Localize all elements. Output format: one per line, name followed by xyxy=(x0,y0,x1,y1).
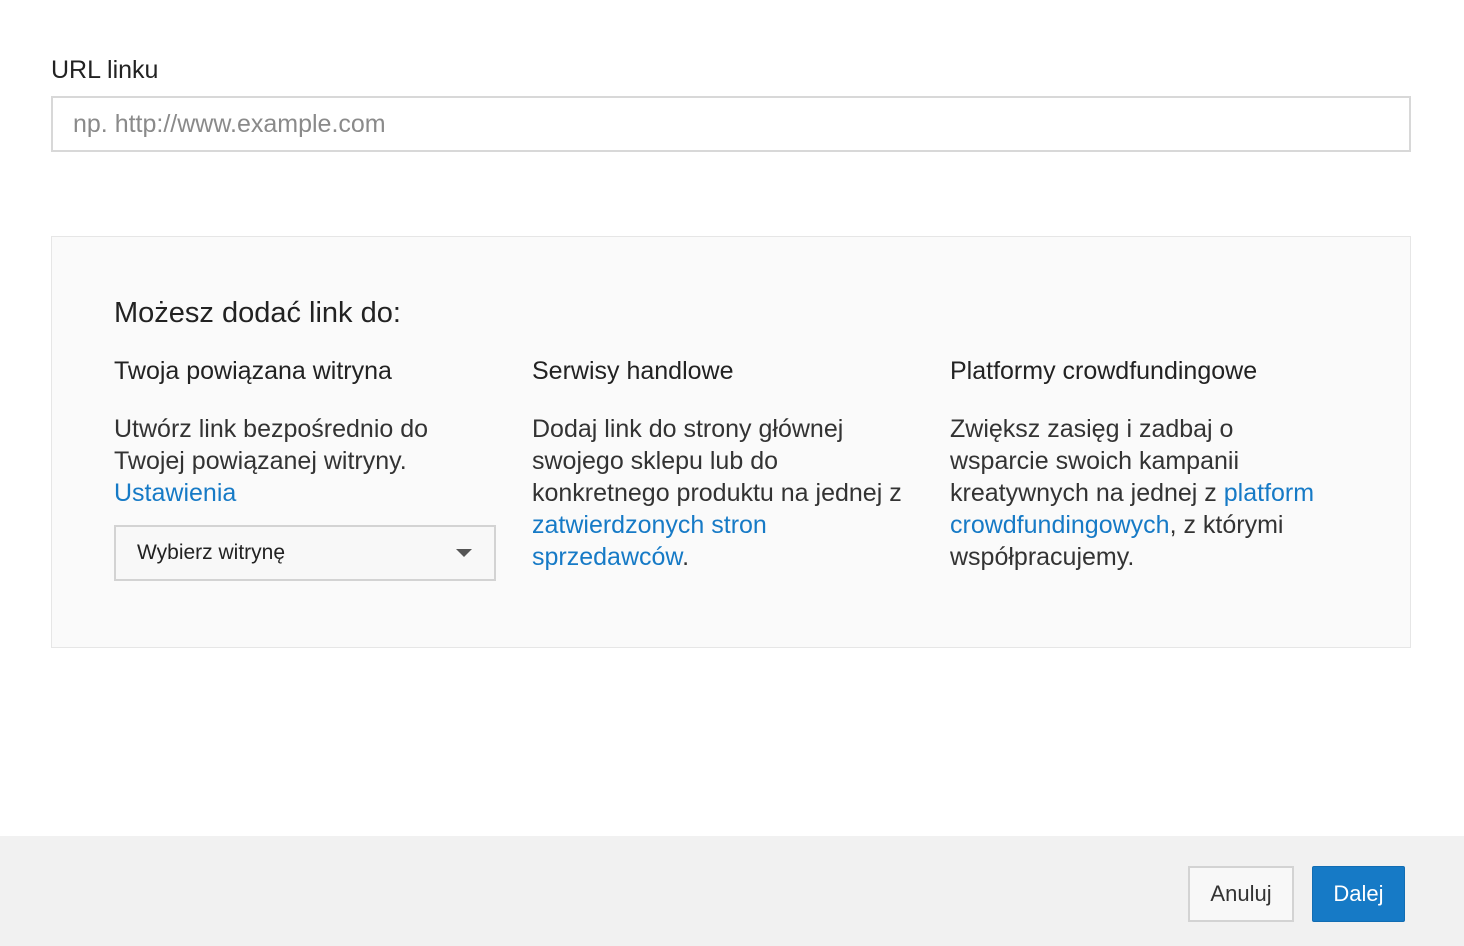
merchant-text: Dodaj link do strony głównej swojego skl… xyxy=(532,415,902,507)
merchant-text-end: . xyxy=(682,543,690,571)
linked-site-description: Utwórz link bezpośrednio do Twojej powią… xyxy=(114,413,499,509)
crowdfunding-description: Zwiększ zasięg i zadbaj o wsparcie swoic… xyxy=(950,413,1335,573)
linked-site-column: Twoja powiązana witryna Utwórz link bezp… xyxy=(114,355,499,581)
crowdfunding-text: Zwiększ zasięg i zadbaj o wsparcie swoic… xyxy=(950,415,1240,507)
next-button[interactable]: Dalej xyxy=(1312,866,1405,922)
merchant-heading: Serwisy handlowe xyxy=(532,357,734,385)
cancel-button[interactable]: Anuluj xyxy=(1188,866,1294,922)
merchant-description: Dodaj link do strony głównej swojego skl… xyxy=(532,413,917,573)
info-panel: Możesz dodać link do: Twoja powiązana wi… xyxy=(51,236,1411,648)
url-input[interactable] xyxy=(51,96,1411,152)
crowdfunding-heading: Platformy crowdfundingowe xyxy=(950,357,1258,385)
linked-site-heading: Twoja powiązana witryna xyxy=(114,357,392,385)
site-select-label: Wybierz witrynę xyxy=(137,541,286,564)
approved-merchants-link[interactable]: zatwierdzonych stron sprzedawców xyxy=(532,511,767,571)
site-select[interactable]: Wybierz witrynę xyxy=(114,525,496,581)
url-label: URL linku xyxy=(51,56,159,84)
add-link-dialog: URL linku Możesz dodać link do: Twoja po… xyxy=(0,0,1464,946)
dialog-footer: Anuluj Dalej xyxy=(0,836,1464,946)
settings-link[interactable]: Ustawienia xyxy=(114,479,236,507)
panel-title: Możesz dodać link do: xyxy=(114,297,401,329)
caret-down-icon xyxy=(456,549,472,557)
crowdfunding-column: Platformy crowdfundingowe Zwiększ zasięg… xyxy=(950,355,1335,573)
merchant-column: Serwisy handlowe Dodaj link do strony gł… xyxy=(532,355,917,573)
linked-site-text: Utwórz link bezpośrednio do Twojej powią… xyxy=(114,415,429,475)
